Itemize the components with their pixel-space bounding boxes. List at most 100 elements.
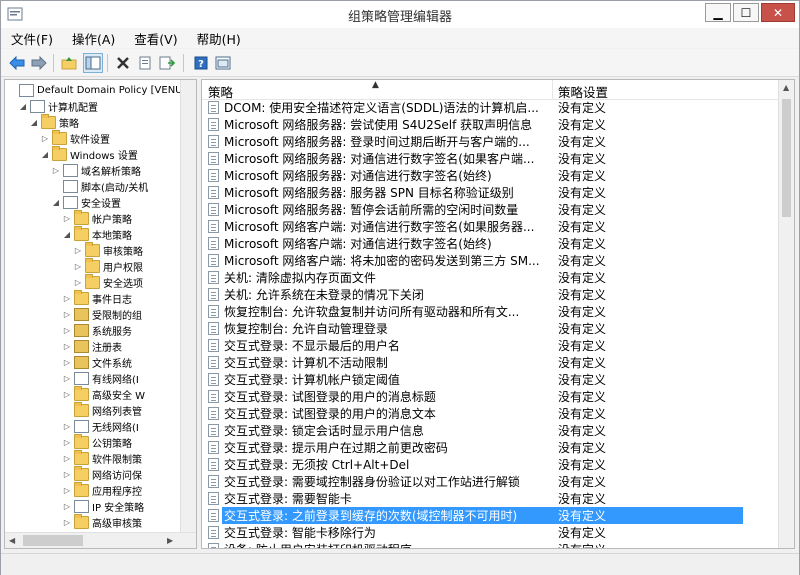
tree-hscroll-thumb[interactable] (23, 535, 83, 546)
table-row[interactable]: Microsoft 网络服务器: 登录时间过期后断开与客户端的... 没有定义 (202, 133, 778, 150)
list-vscroll-thumb[interactable] (782, 99, 791, 217)
table-row[interactable]: 交互式登录: 智能卡移除行为 没有定义 (202, 524, 778, 541)
tree-item[interactable]: ◢ Windows 设置 (40, 145, 138, 162)
expand-icon[interactable]: ▷ (62, 502, 72, 511)
table-row[interactable]: 交互式登录: 锁定会话时显示用户信息 没有定义 (202, 422, 778, 439)
table-row[interactable]: 交互式登录: 之前登录到缓存的次数(域控制器不可用时) 没有定义 (202, 507, 778, 524)
table-row[interactable]: 交互式登录: 试图登录的用户的消息标题 没有定义 (202, 388, 778, 405)
forward-arrow-icon[interactable] (29, 53, 49, 73)
table-row[interactable]: Microsoft 网络客户端: 将未加密的密码发送到第三方 SM... 没有定义 (202, 252, 778, 269)
table-row[interactable]: 交互式登录: 无须按 Ctrl+Alt+Del 没有定义 (202, 456, 778, 473)
collapse-icon[interactable]: ◢ (29, 118, 39, 127)
expand-icon[interactable]: ▷ (62, 470, 72, 479)
tree-item[interactable]: ◢ 本地策略 (62, 225, 132, 242)
table-row[interactable]: 恢复控制台: 允许软盘复制并访问所有驱动器和所有文... 没有定义 (202, 303, 778, 320)
tree-item[interactable]: ▷ 高级审核策 (62, 513, 142, 530)
expand-icon[interactable]: ▷ (62, 310, 72, 319)
tree-item[interactable]: ▷ 软件限制策 (62, 449, 142, 466)
expand-icon[interactable]: ▷ (62, 454, 72, 463)
up-folder-icon[interactable] (59, 53, 79, 73)
collapse-icon[interactable]: ◢ (51, 198, 61, 207)
minimize-button[interactable]: ▁ (705, 3, 731, 22)
tree-item[interactable]: 网络列表管 (62, 401, 142, 418)
tree-item[interactable]: ▷ 高级安全 W (62, 385, 145, 402)
back-arrow-icon[interactable] (7, 53, 27, 73)
table-row[interactable]: 交互式登录: 需要智能卡 没有定义 (202, 490, 778, 507)
expand-icon[interactable]: ▷ (62, 326, 72, 335)
tree-item[interactable]: ▷ IP 安全策略 (62, 498, 144, 514)
tree-item[interactable]: ◢ 安全设置 (51, 194, 121, 210)
tree-item[interactable]: 脚本(启动/关机 (51, 178, 148, 194)
expand-icon[interactable]: ▷ (62, 358, 72, 367)
table-row[interactable]: 交互式登录: 提示用户在过期之前更改密码 没有定义 (202, 439, 778, 456)
tree-item[interactable]: ▷ 帐户策略 (62, 209, 132, 226)
maximize-button[interactable]: ☐ (733, 3, 759, 22)
expand-icon[interactable]: ▷ (62, 438, 72, 447)
delete-icon[interactable] (113, 53, 133, 73)
tree-item[interactable]: ▷ 系统服务 (62, 322, 132, 338)
expand-icon[interactable]: ▷ (73, 262, 83, 271)
menu-view[interactable]: 查看(V) (124, 29, 186, 48)
table-row[interactable]: Microsoft 网络客户端: 对通信进行数字签名(如果服务器... 没有定义 (202, 218, 778, 235)
tree-horizontal-scrollbar[interactable]: ◀ ▶ (5, 532, 196, 548)
show-tree-icon[interactable] (83, 53, 103, 73)
menu-help[interactable]: 帮助(H) (187, 29, 250, 48)
table-row[interactable]: 交互式登录: 计算机不活动限制 没有定义 (202, 354, 778, 371)
table-row[interactable]: 交互式登录: 试图登录的用户的消息文本 没有定义 (202, 405, 778, 422)
export-icon[interactable] (157, 53, 177, 73)
tree-item[interactable]: ◢ 计算机配置 (18, 98, 98, 114)
tree-item[interactable]: ▷ 安全选项 (73, 273, 143, 290)
tree-item[interactable]: ▷ 有线网络(I (62, 370, 139, 386)
collapse-icon[interactable]: ◢ (40, 150, 50, 159)
expand-icon[interactable]: ▷ (73, 246, 83, 255)
list-vertical-scrollbar[interactable]: ▲ (778, 80, 794, 548)
expand-icon[interactable]: ▷ (62, 214, 72, 223)
properties-icon[interactable] (135, 53, 155, 73)
expand-icon[interactable]: ▷ (40, 134, 50, 143)
table-row[interactable]: Microsoft 网络服务器: 暂停会话前所需的空闲时间数量 没有定义 (202, 201, 778, 218)
help-icon[interactable]: ? (191, 53, 211, 73)
table-row[interactable]: DCOM: 使用安全描述符定义语言(SDDL)语法的计算机启... 没有定义 (202, 99, 778, 116)
table-row[interactable]: 恢复控制台: 允许自动管理登录 没有定义 (202, 320, 778, 337)
scroll-right-icon[interactable]: ▶ (167, 536, 173, 545)
table-row[interactable]: 关机: 清除虚拟内存页面文件 没有定义 (202, 269, 778, 286)
collapse-icon[interactable]: ◢ (18, 102, 28, 111)
table-row[interactable]: Microsoft 网络服务器: 对通信进行数字签名(始终) 没有定义 (202, 167, 778, 184)
tree-item[interactable]: ▷ 公钥策略 (62, 433, 132, 450)
expand-icon[interactable]: ▷ (73, 278, 83, 287)
tree-item[interactable]: ▷ 事件日志 (62, 289, 132, 306)
tree-vertical-scrollbar[interactable] (180, 80, 196, 532)
title-bar[interactable]: 组策略管理编辑器 ▁ ☐ ✕ (1, 1, 799, 28)
tree-item[interactable]: ▷ 用户权限 (73, 257, 143, 274)
table-row[interactable]: 交互式登录: 不显示最后的用户名 没有定义 (202, 337, 778, 354)
menu-file[interactable]: 文件(F) (1, 29, 62, 48)
tree-item[interactable]: ◢ 策略 (29, 113, 79, 130)
tree-item[interactable]: ▷ 域名解析策略 (51, 162, 141, 178)
table-row[interactable]: 交互式登录: 计算机帐户锁定阈值 没有定义 (202, 371, 778, 388)
scroll-up-icon[interactable]: ▲ (783, 83, 789, 92)
tree-item[interactable]: ▷ 文件系统 (62, 354, 132, 370)
expand-icon[interactable]: ▷ (62, 374, 72, 383)
expand-icon[interactable]: ▷ (62, 518, 72, 527)
expand-icon[interactable]: ▷ (62, 294, 72, 303)
collapse-icon[interactable]: ◢ (62, 230, 72, 239)
console-icon[interactable] (213, 53, 233, 73)
table-row[interactable]: Microsoft 网络服务器: 服务器 SPN 目标名称验证级别 没有定义 (202, 184, 778, 201)
tree-item[interactable]: ▷ 注册表 (62, 338, 122, 354)
expand-icon[interactable]: ▷ (62, 486, 72, 495)
table-row[interactable]: Microsoft 网络服务器: 对通信进行数字签名(如果客户端... 没有定义 (202, 150, 778, 167)
table-row[interactable]: 设备: 防止用户安装打印机驱动程序没有定义 (202, 541, 778, 548)
table-row[interactable]: Microsoft 网络客户端: 对通信进行数字签名(始终) 没有定义 (202, 235, 778, 252)
tree-item[interactable]: ▷ 无线网络(I (62, 418, 139, 434)
expand-icon[interactable]: ▷ (51, 166, 61, 175)
tree-item[interactable]: ▷ 受限制的组 (62, 306, 142, 322)
menu-action[interactable]: 操作(A) (62, 29, 124, 48)
table-row[interactable]: 关机: 允许系统在未登录的情况下关闭 没有定义 (202, 286, 778, 303)
expand-icon[interactable]: ▷ (62, 422, 72, 431)
scroll-left-icon[interactable]: ◀ (9, 536, 15, 545)
tree-item[interactable]: Default Domain Policy [VENUS.H (7, 82, 182, 98)
expand-icon[interactable]: ▷ (62, 390, 72, 399)
tree-item[interactable]: ▷ 审核策略 (73, 241, 143, 258)
tree-item[interactable]: ▷ 网络访问保 (62, 465, 142, 482)
expand-icon[interactable]: ▷ (62, 342, 72, 351)
